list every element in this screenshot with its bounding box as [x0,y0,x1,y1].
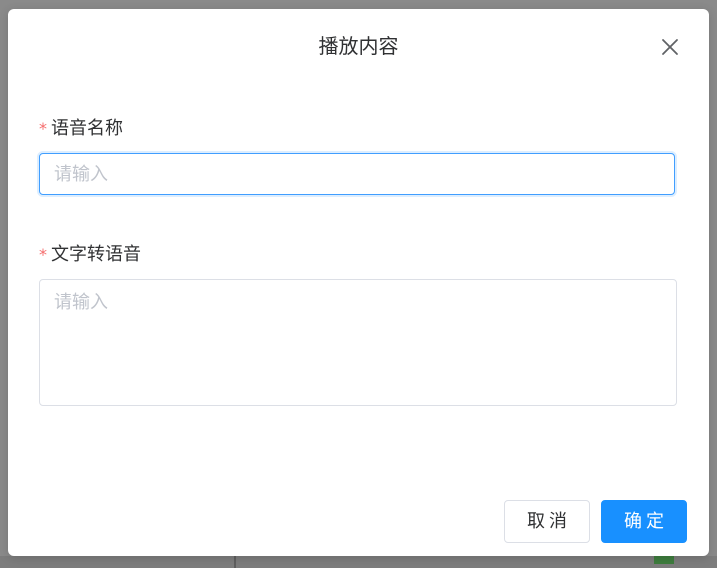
text-to-speech-label: * 文字转语音 [39,243,141,267]
required-mark: * [39,119,47,138]
dialog-title: 播放内容 [318,34,399,58]
background-divider [234,556,236,568]
close-button[interactable] [658,35,682,59]
background-page [0,556,717,568]
close-icon [662,39,678,55]
background-green-block [654,556,674,564]
text-to-speech-label-text: 文字转语音 [51,244,141,265]
confirm-button[interactable]: 确定 [601,500,687,543]
voice-name-input[interactable] [39,153,675,195]
voice-name-label-text: 语音名称 [51,118,123,139]
play-content-dialog: 播放内容 *语音名称 *文字转语音 取消 确定 [8,9,709,556]
voice-name-label: * 语音名称 [39,117,123,141]
cancel-button[interactable]: 取消 [504,500,590,543]
required-mark: * [39,245,47,264]
text-to-speech-textarea[interactable] [39,279,677,406]
